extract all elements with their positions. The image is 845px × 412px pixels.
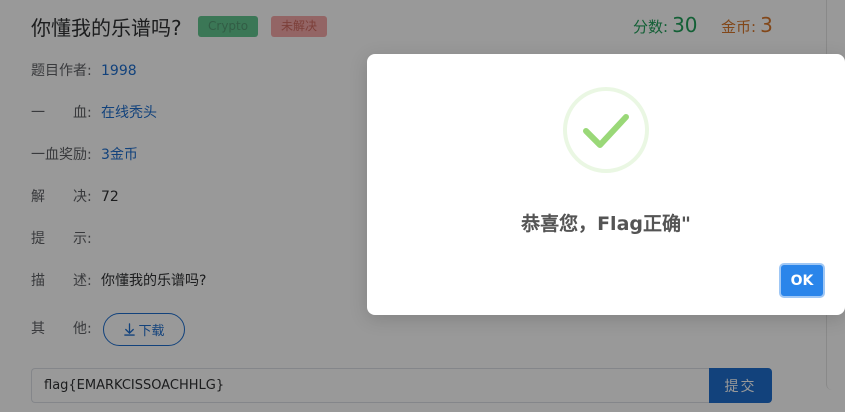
success-checkmark-icon	[563, 87, 649, 173]
dialog-message: 恭喜您，Flag正确"	[521, 213, 691, 235]
success-dialog: 恭喜您，Flag正确" OK	[367, 54, 845, 315]
ok-button[interactable]: OK	[779, 263, 825, 298]
